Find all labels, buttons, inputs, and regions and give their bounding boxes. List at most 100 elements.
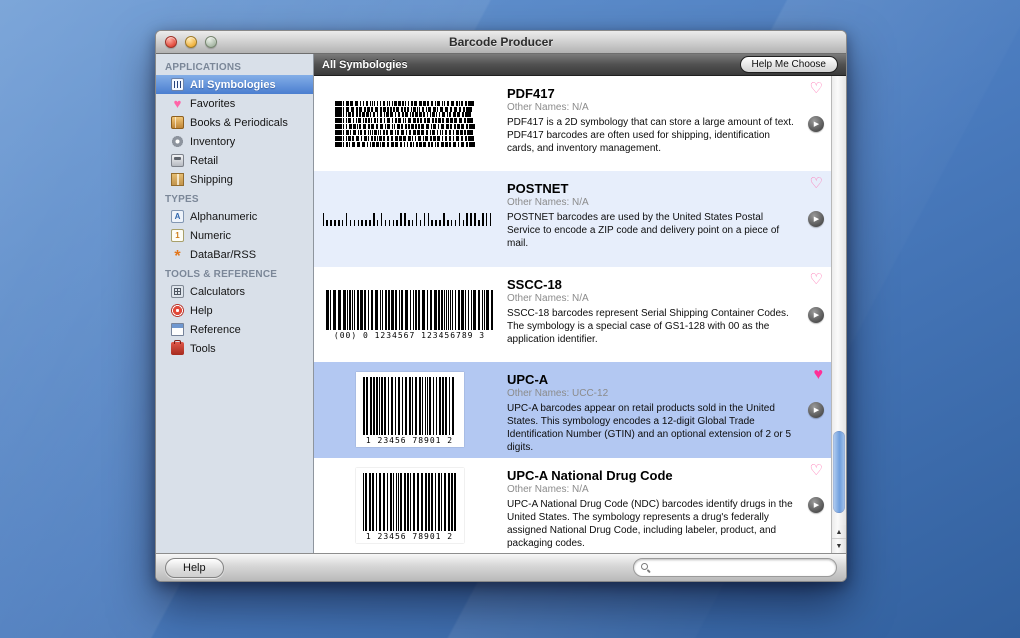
sidebar-section-applications: APPLICATIONS [165, 62, 242, 73]
package-icon [171, 173, 184, 186]
sidebar-item-shipping[interactable]: Shipping [156, 170, 313, 189]
sidebar-item-label: Inventory [190, 135, 236, 148]
detail-arrow-button[interactable] [808, 401, 824, 418]
databar-icon [171, 248, 184, 261]
app-window: Barcode Producer APPLICATIONS All Symbol… [155, 30, 847, 582]
favorite-icon[interactable]: ♡ [810, 81, 823, 96]
symbology-description: UPC-A National Drug Code (NDC) barcodes … [507, 498, 793, 549]
sidebar-item-books-periodicals[interactable]: Books & Periodicals [156, 113, 313, 132]
barcode-column: 1 23456 78901 2 [322, 464, 497, 547]
sidebar-item-help[interactable]: Help [156, 301, 313, 320]
sidebar-item-favorites[interactable]: Favorites [156, 94, 313, 113]
window-footer: Help [156, 553, 846, 581]
help-button[interactable]: Help [165, 557, 224, 578]
zoom-button[interactable] [205, 36, 217, 48]
sidebar-item-label: Shipping [190, 173, 233, 186]
sidebar-section-tools-reference: TOOLS & REFERENCE [165, 269, 278, 280]
sidebar-item-calculators[interactable]: Calculators [156, 282, 313, 301]
sidebar-item-retail[interactable]: Retail [156, 151, 313, 170]
barcode-column [322, 82, 497, 165]
favorite-icon[interactable]: ♥ [814, 367, 824, 383]
cash-register-icon [171, 154, 184, 167]
barcode-image [322, 212, 497, 226]
help-icon [171, 304, 184, 317]
barcode-image [362, 472, 457, 531]
symbology-row-upca[interactable]: 1 23456 78901 2 UPC-A Other Names: UCC-1… [314, 362, 831, 458]
sidebar-item-label: Calculators [190, 285, 246, 298]
book-icon [171, 116, 184, 129]
symbology-description: SSCC-18 barcodes represent Serial Shippi… [507, 307, 789, 345]
sidebar-item-reference[interactable]: Reference [156, 320, 313, 339]
symbology-description: UPC-A barcodes appear on retail products… [507, 403, 792, 454]
detail-arrow-button[interactable] [808, 497, 824, 514]
scroll-up-button[interactable] [832, 525, 846, 539]
sidebar-item-label: Alphanumeric [190, 210, 258, 223]
sidebar-item-label: Reference [190, 323, 241, 336]
symbology-name: PDF417 [507, 86, 555, 101]
close-button[interactable] [165, 36, 177, 48]
symbology-other-names: Other Names: N/A [507, 197, 589, 209]
sidebar-item-databar-rss[interactable]: DataBar/RSS [156, 245, 313, 264]
search-icon [641, 562, 651, 573]
symbology-row-sscc18[interactable]: (00) 0 1234567 123456789 3 SSCC-18 Other… [314, 267, 831, 362]
search-field[interactable] [633, 558, 837, 577]
barcode-digits: 1 23456 78901 2 [365, 436, 454, 446]
window-titlebar[interactable]: Barcode Producer [156, 31, 846, 54]
barcode-column: (00) 0 1234567 123456789 3 [322, 273, 497, 356]
symbology-row-postnet[interactable]: POSTNET Other Names: N/A POSTNET barcode… [314, 171, 831, 267]
favorite-icon[interactable]: ♡ [810, 176, 823, 191]
scroll-down-button[interactable] [832, 538, 846, 553]
detail-arrow-button[interactable] [808, 115, 824, 132]
barcode-digits: 1 23456 78901 2 [365, 531, 454, 541]
favorite-icon[interactable]: ♡ [810, 463, 823, 478]
content-header: All Symbologies Help Me Choose [314, 54, 846, 76]
sidebar-item-label: All Symbologies [190, 78, 276, 91]
sidebar-item-numeric[interactable]: Numeric [156, 226, 313, 245]
barcode-image [334, 100, 485, 147]
gear-icon [171, 135, 184, 148]
sidebar-item-label: Favorites [190, 97, 236, 110]
sidebar-item-tools[interactable]: Tools [156, 339, 313, 358]
scrollbar[interactable] [831, 76, 846, 553]
sidebar-item-alphanumeric[interactable]: Alphanumeric [156, 207, 313, 226]
calculator-icon [171, 285, 184, 298]
page-title: All Symbologies [322, 58, 408, 71]
scrollbar-thumb[interactable] [833, 431, 845, 513]
symbology-description: POSTNET barcodes are used by the United … [507, 212, 780, 250]
sidebar-item-label: DataBar/RSS [190, 248, 257, 261]
sidebar: APPLICATIONS All Symbologies Favorites B… [156, 54, 314, 553]
sidebar-item-label: Retail [190, 154, 219, 167]
symbology-other-names: Other Names: N/A [507, 102, 589, 113]
symbology-other-names: Other Names: UCC-12 [507, 388, 609, 400]
symbology-row-pdf417[interactable]: PDF417 Other Names: N/A PDF417 is a 2D s… [314, 76, 831, 171]
barcode-image [325, 289, 494, 330]
symbology-list: PDF417 Other Names: N/A PDF417 is a 2D s… [314, 76, 846, 553]
symbology-name: UPC-A National Drug Code [507, 467, 673, 483]
symbology-name: POSTNET [507, 181, 569, 197]
barcode-image [362, 377, 457, 436]
barcode-icon [171, 78, 184, 91]
sidebar-item-inventory[interactable]: Inventory [156, 132, 313, 151]
sidebar-item-all-symbologies[interactable]: All Symbologies [156, 75, 313, 94]
sidebar-item-label: Tools [190, 342, 216, 355]
help-me-choose-button[interactable]: Help Me Choose [739, 56, 838, 73]
barcode-column: 1 23456 78901 2 [322, 368, 497, 451]
sidebar-item-label: Help [190, 304, 213, 317]
barcode-digits: (00) 0 1234567 123456789 3 [333, 330, 486, 340]
window-title: Barcode Producer [448, 35, 554, 49]
symbology-other-names: Other Names: N/A [507, 292, 589, 304]
sidebar-section-types: TYPES [165, 194, 199, 205]
symbology-other-names: Other Names: N/A [507, 483, 589, 495]
alphanumeric-icon [171, 210, 184, 223]
reference-icon [171, 323, 184, 336]
sidebar-item-label: Books & Periodicals [190, 116, 288, 129]
detail-arrow-button[interactable] [808, 306, 824, 323]
detail-arrow-button[interactable] [808, 211, 824, 228]
favorite-icon[interactable]: ♡ [810, 272, 823, 287]
toolbox-icon [171, 340, 184, 355]
symbology-row-upca-ndc[interactable]: 1 23456 78901 2 UPC-A National Drug Code… [314, 458, 831, 553]
minimize-button[interactable] [185, 36, 197, 48]
symbology-description: PDF417 is a 2D symbology that can store … [507, 117, 794, 154]
search-input[interactable] [655, 561, 829, 574]
numeric-icon [171, 229, 184, 242]
